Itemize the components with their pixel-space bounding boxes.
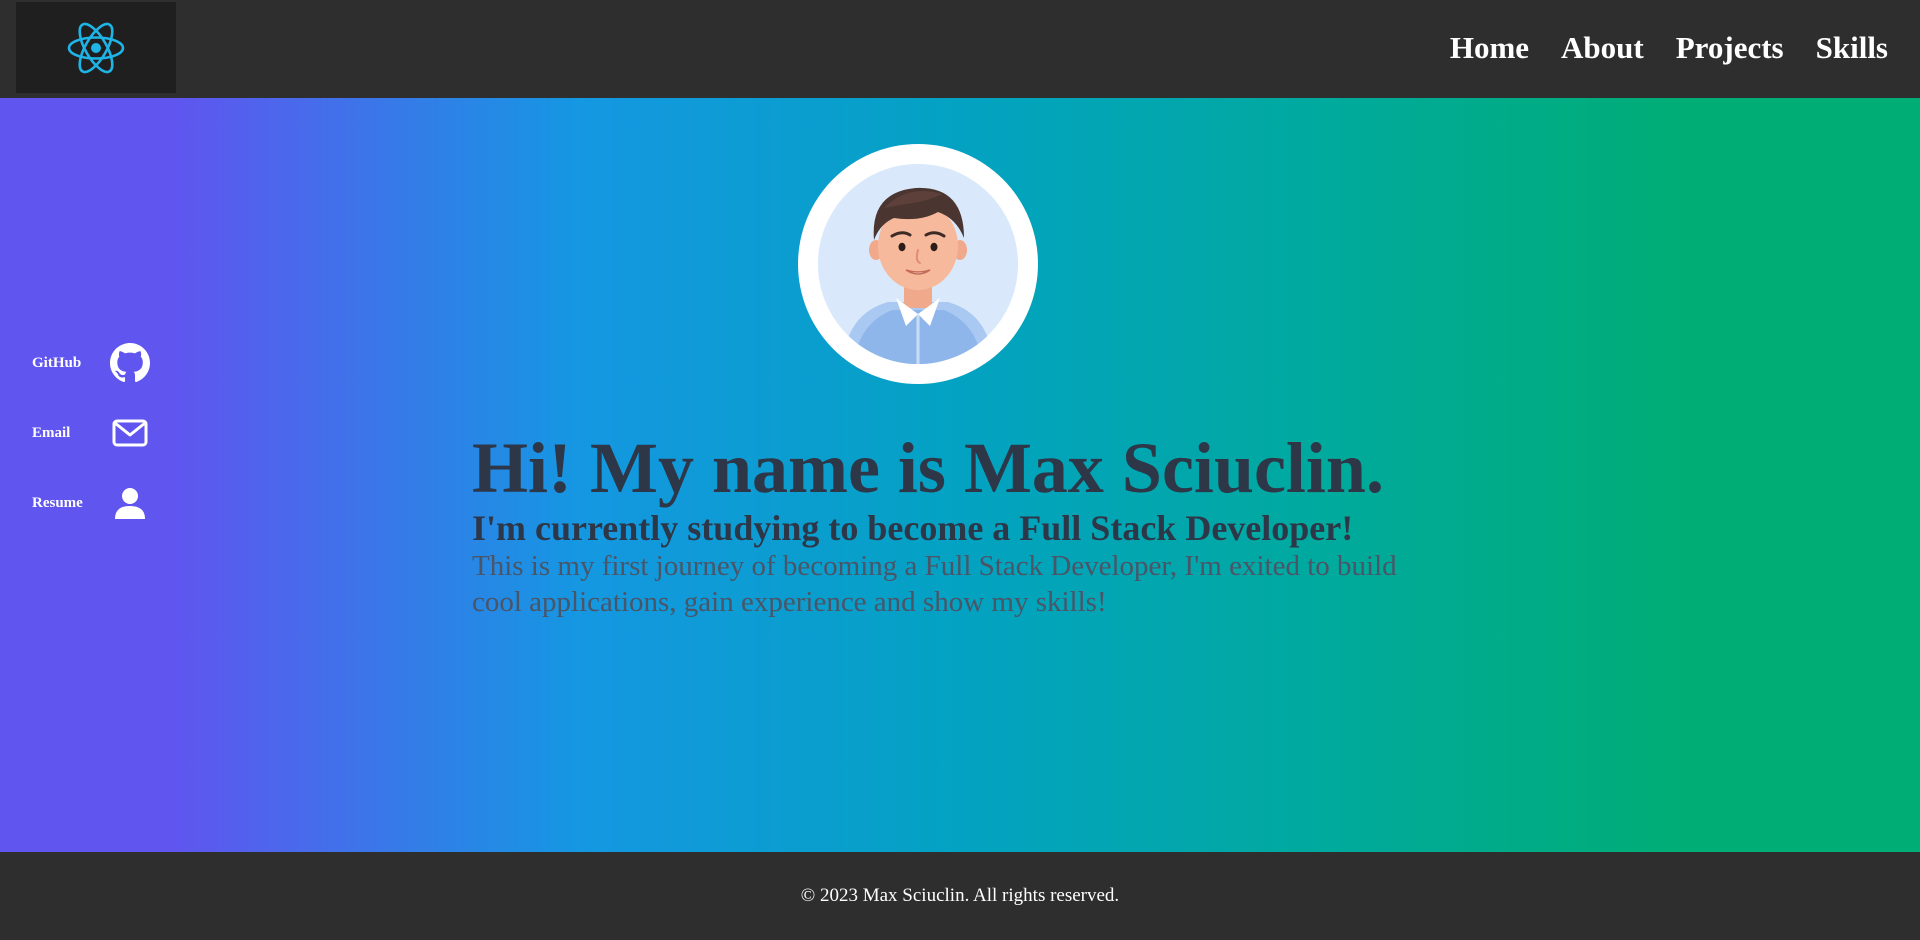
github-link[interactable]: GitHub bbox=[32, 343, 150, 383]
hero-text: Hi! My name is Max Sciuclin. I'm current… bbox=[472, 428, 1452, 620]
nav-link-skills[interactable]: Skills bbox=[1816, 28, 1888, 68]
nav-links: Home About Projects Skills bbox=[1450, 28, 1888, 68]
hero-section: GitHub Email Resume Hi! My name is Max S… bbox=[0, 98, 1920, 852]
profile-avatar bbox=[818, 164, 1018, 364]
hero-description: This is my first journey of becoming a F… bbox=[472, 550, 1397, 618]
navbar: Home About Projects Skills bbox=[0, 0, 1920, 98]
footer-copyright: © 2023 Max Sciuclin. All rights reserved… bbox=[800, 885, 1120, 906]
social-links: GitHub Email Resume bbox=[32, 343, 150, 553]
github-icon bbox=[110, 343, 150, 383]
mail-icon bbox=[110, 413, 150, 453]
nav-link-about[interactable]: About bbox=[1561, 28, 1644, 68]
avatar-frame bbox=[798, 144, 1038, 384]
user-icon bbox=[110, 483, 150, 523]
email-link-label: Email bbox=[32, 424, 71, 441]
react-atom-icon bbox=[67, 22, 125, 73]
logo[interactable] bbox=[16, 2, 176, 93]
resume-link-label: Resume bbox=[32, 494, 83, 511]
resume-link[interactable]: Resume bbox=[32, 483, 150, 523]
hero-title: Hi! My name is Max Sciuclin. bbox=[472, 428, 1384, 508]
email-link[interactable]: Email bbox=[32, 413, 150, 453]
hero-subtitle: I'm currently studying to become a Full … bbox=[472, 508, 1354, 548]
nav-link-home[interactable]: Home bbox=[1450, 28, 1529, 68]
nav-link-projects[interactable]: Projects bbox=[1676, 28, 1784, 68]
github-link-label: GitHub bbox=[32, 354, 82, 371]
footer: © 2023 Max Sciuclin. All rights reserved… bbox=[0, 852, 1920, 940]
